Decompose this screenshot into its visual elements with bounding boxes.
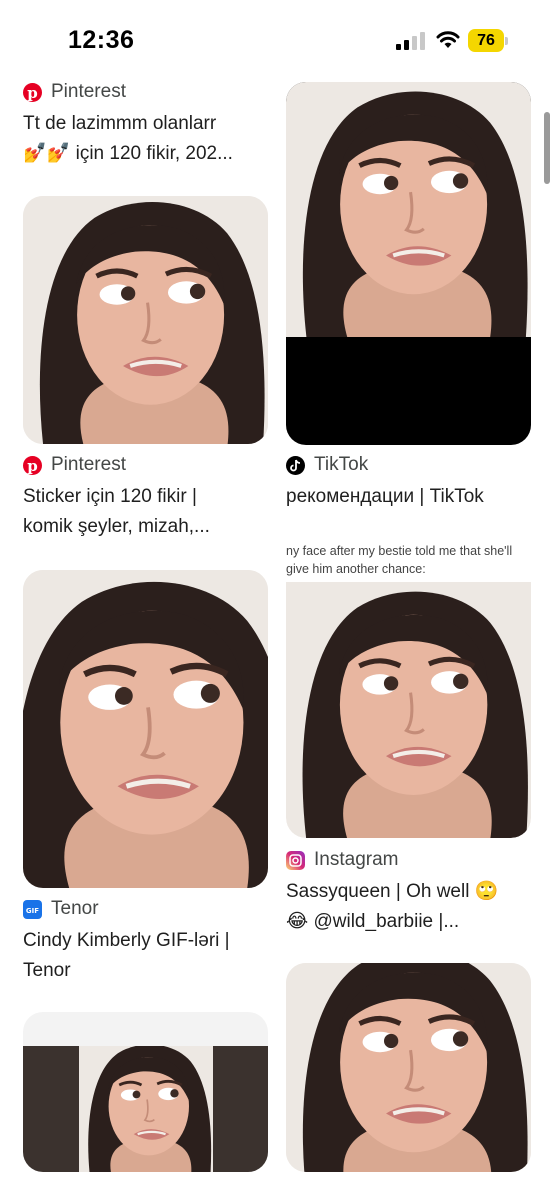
source-tiktok[interactable]: TikTok [286, 453, 368, 477]
gif-icon: GIF [23, 899, 42, 919]
clock: 12:36 [68, 26, 135, 54]
result-title[interactable]: Cindy Kimberly GIF-ləri | Tenor [23, 926, 268, 986]
result-image[interactable] [286, 82, 531, 445]
battery-level: 76 [477, 32, 495, 49]
result-title[interactable]: рекомендации | TikTok [286, 482, 536, 512]
pinterest-icon: p [23, 82, 42, 102]
result-title[interactable]: Sticker için 120 fikir | komik şeyler, m… [23, 482, 268, 542]
svg-text:GIF: GIF [26, 907, 39, 915]
source-pinterest[interactable]: p Pinterest [23, 80, 126, 104]
result-title[interactable]: Tt de lazimmm olanlarr 💅💅 için 120 fikir… [23, 109, 268, 169]
result-title[interactable]: Sassyqueen | Oh well 🙄 😂 @wild_barbiie |… [286, 877, 536, 937]
scrollbar[interactable] [544, 112, 550, 184]
instagram-icon [286, 850, 305, 870]
result-image[interactable] [23, 1012, 268, 1172]
meme-caption: ny face after my bestie told me that she… [286, 544, 513, 576]
result-image[interactable] [23, 570, 268, 888]
status-bar: 12:36 76 [0, 0, 554, 80]
svg-text:p: p [27, 84, 38, 102]
battery-indicator: 76 [468, 29, 508, 52]
cellular-signal-icon [396, 32, 425, 50]
svg-text:p: p [27, 457, 38, 475]
pinterest-icon: p [23, 455, 42, 475]
tiktok-icon [286, 455, 305, 475]
result-image[interactable] [286, 963, 531, 1172]
source-pinterest[interactable]: p Pinterest [23, 453, 126, 477]
result-image[interactable]: ny face after my bestie told me that she… [286, 540, 531, 838]
result-image[interactable] [23, 196, 268, 444]
wifi-icon [436, 31, 460, 48]
source-tenor[interactable]: GIF Tenor [23, 897, 99, 921]
source-instagram[interactable]: Instagram [286, 848, 398, 872]
